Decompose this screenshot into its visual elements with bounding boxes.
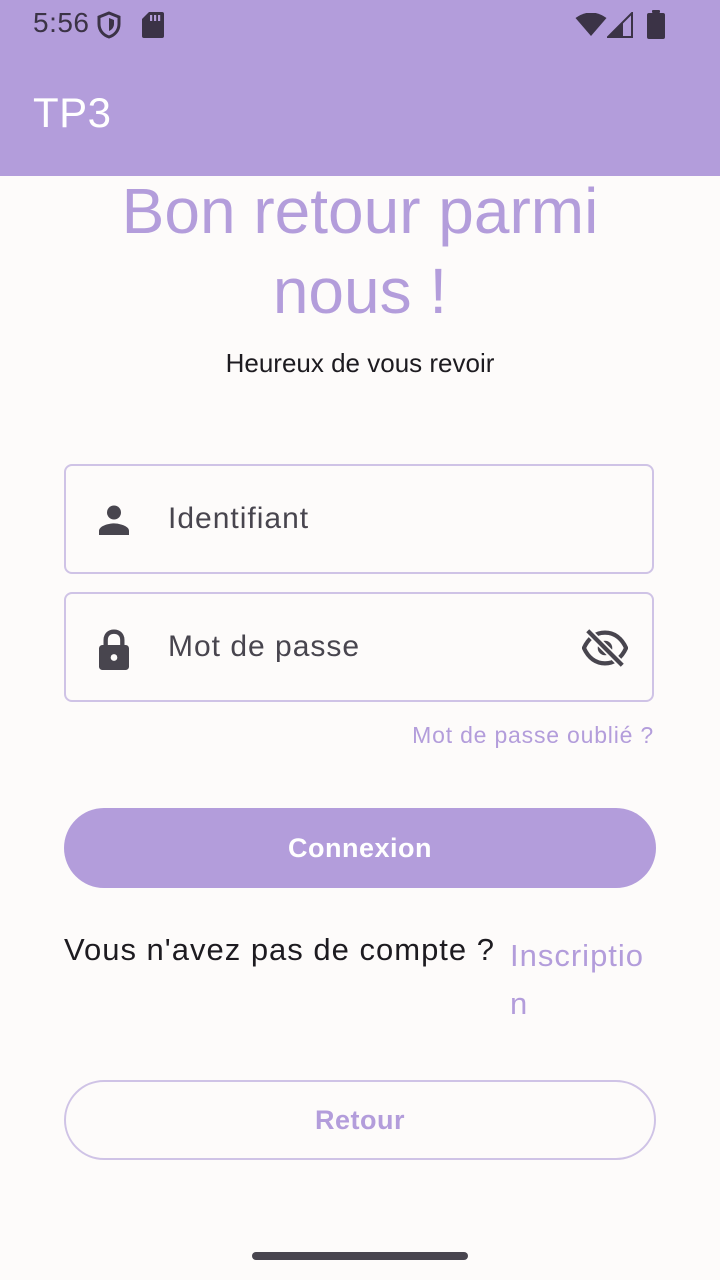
welcome-subtitle: Heureux de vous revoir	[225, 348, 495, 378]
gesture-nav-handle[interactable]	[252, 1252, 468, 1260]
status-time: 5:56	[33, 7, 90, 38]
person-icon	[94, 500, 134, 545]
app-title: TP3	[33, 89, 112, 136]
app-bar: 5:56 TP3	[0, 0, 720, 176]
login-content: Bon retour parmi nous ! Heureux de vous …	[0, 176, 720, 1280]
forgot-password-link[interactable]: Mot de passe oublié ?	[412, 722, 654, 749]
back-button[interactable]: Retour	[64, 1080, 656, 1160]
battery-icon	[646, 10, 666, 45]
username-field[interactable]: Identifiant	[64, 464, 654, 574]
heading-clip: Bon retour parmi nous !	[0, 176, 720, 356]
welcome-heading: Bon retour parmi nous !	[121, 176, 599, 327]
password-label: Mot de passe	[168, 630, 361, 663]
no-account-text: Vous n'avez pas de compte ?	[64, 932, 496, 967]
lock-icon	[94, 628, 134, 677]
signup-link[interactable]: Inscription	[510, 932, 660, 1028]
password-field[interactable]: Mot de passe	[64, 592, 654, 702]
login-button[interactable]: Connexion	[64, 808, 656, 888]
shield-icon	[96, 11, 122, 44]
username-label: Identifiant	[168, 502, 310, 535]
wifi-icon	[575, 12, 607, 42]
login-screen: 5:56 TP3 Bon retour parmi nous ! Heureux…	[0, 0, 720, 1280]
visibility-off-icon[interactable]	[581, 628, 629, 673]
cell-signal-icon	[605, 10, 633, 43]
sd-card-icon	[141, 11, 165, 44]
